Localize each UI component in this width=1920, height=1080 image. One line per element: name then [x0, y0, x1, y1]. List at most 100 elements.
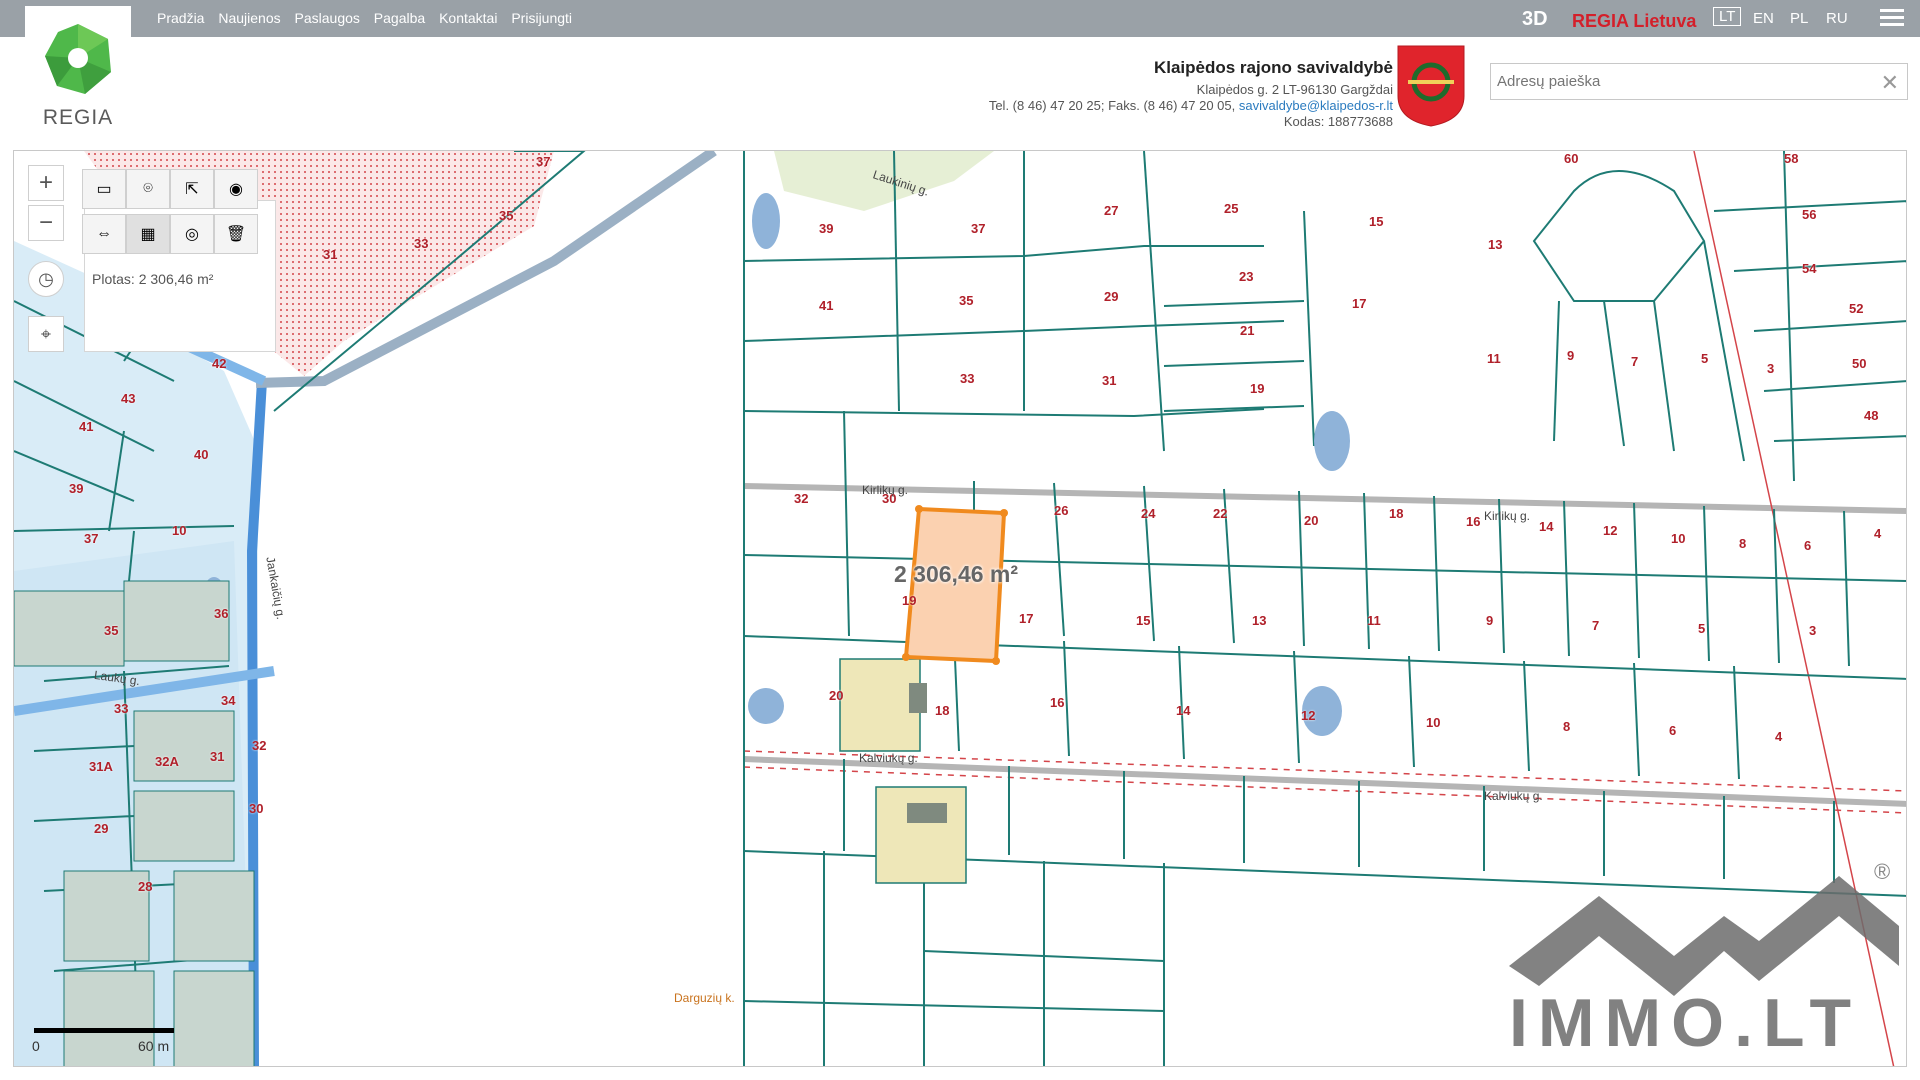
place-label: Darguzių k. [674, 991, 735, 1005]
locate-icon[interactable]: ⌖ [28, 316, 64, 352]
parcel-number: 27 [1104, 203, 1119, 218]
address-search: ✕ [1490, 63, 1908, 100]
parcel-number: 48 [1864, 408, 1879, 423]
parcel-number: 37 [536, 154, 551, 169]
parcel-number: 52 [1849, 301, 1864, 316]
nav-item-paslaugos[interactable]: Paslaugos [295, 10, 360, 26]
zoom-out-button[interactable]: − [28, 205, 64, 241]
parcel-number: 18 [1389, 506, 1404, 521]
lang-lt[interactable]: LT [1713, 7, 1742, 26]
menu-icon[interactable] [1880, 9, 1904, 29]
nav-item-pagalba[interactable]: Pagalba [374, 10, 425, 26]
street-label: Kirlikų g. [862, 483, 909, 497]
scale-bar [34, 1028, 174, 1033]
parcel-number: 31A [89, 759, 113, 774]
parcel-number: 35 [499, 208, 514, 223]
measure-radius-icon[interactable]: ◎ [170, 214, 214, 254]
parcel-number: 31 [323, 247, 338, 262]
parcel-number: 20 [1304, 513, 1319, 528]
plot-19[interactable] [839, 658, 921, 752]
immo-watermark-icon: IMMO.LT [1509, 876, 1899, 1061]
line-utility [743, 750, 1906, 792]
parcel-number: 34 [221, 693, 236, 708]
map-view[interactable]: 3735313339372725151360585654413529231745… [13, 150, 1907, 1067]
lang-pl[interactable]: PL [1790, 10, 1808, 27]
nav-item-pradzia[interactable]: Pradžia [157, 10, 204, 26]
parcel-number: 36 [214, 606, 229, 621]
nav-item-kontaktai[interactable]: Kontaktai [439, 10, 497, 26]
parcel-number: 60 [1564, 151, 1579, 166]
point-icon[interactable]: ◉ [214, 169, 258, 209]
street-label: Kirlikų g. [1484, 509, 1531, 523]
parcel-number: 19 [1250, 381, 1265, 396]
brand-link[interactable]: REGIA Lietuva [1572, 11, 1696, 32]
parcel-number: 43 [121, 391, 136, 406]
plot-18[interactable] [875, 786, 967, 884]
parcel-number: 40 [194, 447, 209, 462]
parcel-number: 41 [79, 419, 94, 434]
municipality-phone: Tel. (8 46) 47 20 25; Faks. (8 46) 47 20… [988, 98, 1236, 113]
parcel-number: 7 [1631, 354, 1639, 369]
clear-icon[interactable]: ✕ [1881, 70, 1899, 96]
parcel-number: 15 [1369, 214, 1384, 229]
parcel-number: 16 [1050, 695, 1065, 710]
parcel-number: 54 [1802, 261, 1817, 276]
logo[interactable]: REGIA [25, 6, 131, 140]
parcel-number: 17 [1352, 296, 1367, 311]
parcel-number: 8 [1739, 536, 1747, 551]
parcel-number: 30 [249, 801, 264, 816]
street-label: Kalviukų g. [1484, 789, 1543, 803]
parcel-number: 3 [1767, 361, 1775, 376]
nav-item-prisijungti[interactable]: Prisijungti [511, 10, 572, 26]
parcel-number: 18 [935, 703, 950, 718]
parcel-number: 13 [1488, 237, 1503, 252]
road-main [246, 380, 267, 1066]
parcel-number: 33 [414, 236, 429, 251]
parcel-number: 25 [1224, 201, 1239, 216]
nav-item-naujienos[interactable]: Naujienos [218, 10, 280, 26]
parcel-number: 13 [1252, 613, 1267, 628]
lang-en[interactable]: EN [1753, 10, 1774, 27]
search-input[interactable] [1491, 64, 1871, 99]
parcel-number: 56 [1802, 207, 1817, 222]
parcel-number: 23 [1239, 269, 1254, 284]
parcel-number: 39 [819, 221, 834, 236]
building [909, 683, 927, 713]
logo-text: REGIA [42, 106, 114, 129]
svg-text:IMMO.LT: IMMO.LT [1509, 985, 1861, 1061]
municipality-info: Klaipėdos rajono savivaldybė Klaipėdos g… [988, 59, 1393, 130]
delete-icon[interactable]: 🗑 [214, 214, 258, 254]
parcel-number: 42 [212, 356, 227, 371]
scale-start: 0 [32, 1038, 40, 1054]
measure-distance-icon[interactable]: ⇔ [82, 214, 126, 254]
measure-area-icon[interactable]: ▦ [126, 214, 170, 254]
3d-mode-button[interactable]: 3D [1522, 8, 1548, 31]
parcel-number: 6 [1669, 723, 1677, 738]
area-readout: Plotas: 2 306,46 m² [92, 271, 214, 287]
parcel-number: 32 [794, 491, 809, 506]
municipality-address: Klaipėdos g. 2 LT-96130 Gargždai [1196, 82, 1393, 97]
history-icon[interactable]: ◷ [28, 261, 64, 297]
parcel-number: 32 [252, 738, 267, 753]
parcel-number: 21 [1240, 323, 1255, 338]
municipality-code: Kodas: 188773688 [1283, 114, 1393, 129]
selected-area-label: 2 306,46 m² [894, 561, 1019, 587]
municipality-email[interactable]: savivaldybe@klaipedos-r.lt [1239, 98, 1393, 113]
measure-length-icon[interactable]: ▭ [82, 169, 126, 209]
parcel-number: 16 [1466, 514, 1481, 529]
parcel-number: 31 [1102, 373, 1117, 388]
zoom-in-button[interactable]: + [28, 165, 64, 201]
parcel-number: 29 [94, 821, 109, 836]
parcel-number: 29 [1104, 289, 1119, 304]
lang-ru[interactable]: RU [1826, 10, 1848, 27]
parcel-number: 5 [1701, 351, 1709, 366]
marker-icon[interactable]: ⌾ [126, 169, 170, 209]
parcel-number: 7 [1592, 618, 1600, 633]
parcel-number: 31 [210, 749, 225, 764]
parcel-number: 14 [1176, 703, 1191, 718]
export-icon[interactable]: ⇱ [170, 169, 214, 209]
parcel-number: 12 [1301, 708, 1316, 723]
parcel-number: 20 [829, 688, 844, 703]
parcel-number: 4 [1775, 729, 1783, 744]
parcel-number: 19 [902, 593, 917, 608]
